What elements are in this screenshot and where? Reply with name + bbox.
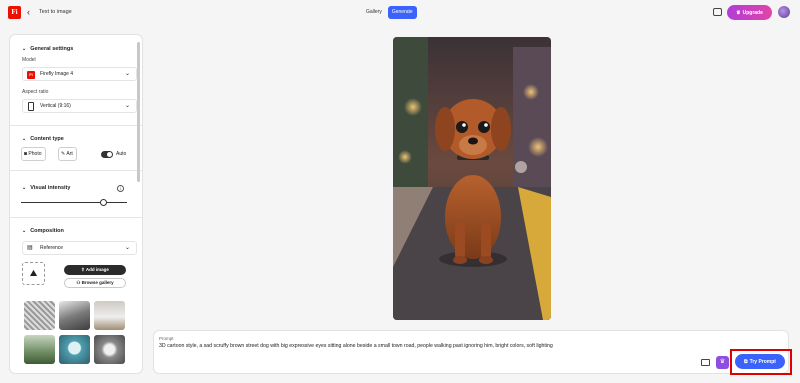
reference-thumb[interactable] (59, 335, 90, 364)
aspect-ratio-select[interactable]: Vertical (9:16) ⌄ (22, 99, 137, 113)
browse-label: Browse gallery (81, 280, 114, 285)
composition-title: Composition (30, 228, 64, 234)
firefly-model-icon: Fi (27, 71, 35, 79)
try-prompt-label: Try Prompt (749, 358, 776, 365)
divider (10, 217, 142, 218)
view-toggle: Gallery Generate (362, 6, 417, 19)
try-prompt-button[interactable]: ⧉ Try Prompt (735, 354, 785, 369)
brush-icon: ✎ (61, 151, 66, 157)
back-arrow-icon[interactable]: ‹ (27, 6, 30, 19)
reference-thumb[interactable] (94, 335, 125, 364)
feedback-icon[interactable] (713, 8, 722, 16)
chevron-down-icon: ⌄ (22, 46, 27, 52)
chevron-down-icon: ⌄ (124, 103, 130, 109)
dog-image (393, 37, 551, 320)
general-settings-title: General settings (30, 46, 74, 52)
content-type-title: Content type (30, 136, 64, 142)
divider (10, 125, 142, 126)
firefly-logo[interactable]: Fi (8, 6, 21, 19)
breadcrumb[interactable]: Text to image (39, 6, 72, 19)
reference-icon: ▤ (27, 245, 33, 251)
upload-icon: ⇪ (81, 267, 85, 272)
reference-thumb[interactable] (24, 335, 55, 364)
chevron-down-icon: ⌄ (124, 245, 130, 251)
chevron-down-icon: ⌄ (124, 71, 130, 77)
premium-crown-icon[interactable]: ♛ (716, 356, 729, 369)
portrait-icon (28, 102, 34, 111)
info-icon[interactable]: i (117, 185, 124, 192)
settings-panel: ⌄ General settings Model Fi Firefly Image… (9, 34, 143, 374)
browse-gallery-button[interactable]: ⚇ Browse gallery (64, 278, 126, 288)
reference-value: Reference (40, 245, 64, 251)
divider (10, 170, 142, 171)
sidebar-scrollbar[interactable] (137, 42, 140, 182)
section-visual-intensity[interactable]: ⌄ Visual intensity (22, 185, 70, 191)
content-type-photo[interactable]: ◙ Photo (21, 147, 46, 161)
upgrade-button[interactable]: ♛ Upgrade (727, 5, 772, 20)
camera-icon: ◙ (24, 151, 28, 157)
top-bar: Fi ‹ Text to image Gallery Generate ♛ Up… (0, 0, 800, 27)
aspect-ratio-label: Aspect ratio (22, 89, 49, 95)
section-content-type[interactable]: ⌄ Content type (22, 136, 64, 142)
content-type-art[interactable]: ✎ Art (58, 147, 77, 161)
upload-image-button[interactable]: ⇪ Add image (64, 265, 126, 275)
avatar[interactable] (778, 6, 790, 18)
model-value: Firefly Image 4 (40, 71, 74, 77)
gallery-icon: ⚇ (76, 280, 81, 285)
tab-generate[interactable]: Generate (387, 6, 417, 19)
chevron-down-icon: ⌄ (22, 136, 27, 142)
photo-label: Photo (28, 151, 42, 157)
art-label: Art (66, 151, 73, 157)
reference-thumb[interactable] (94, 301, 125, 330)
chevron-down-icon: ⌄ (22, 185, 27, 191)
aspect-ratio-value: Vertical (9:16) (40, 103, 71, 109)
visual-intensity-slider-thumb[interactable] (100, 199, 108, 206)
prompt-panel: Prompt 3D cartoon style, a sad scruffy b… (153, 330, 789, 374)
model-label: Model (22, 57, 36, 63)
reference-select[interactable]: ▤ Reference ⌄ (22, 241, 137, 255)
auto-toggle[interactable] (101, 151, 113, 158)
reference-thumb[interactable] (24, 301, 55, 330)
model-select[interactable]: Fi Firefly Image 4 ⌄ (22, 67, 137, 81)
section-general-settings[interactable]: ⌄ General settings (22, 46, 73, 52)
tab-gallery[interactable]: Gallery (362, 6, 386, 19)
image-upload-icon[interactable]: ⛰ (22, 262, 45, 285)
generated-image[interactable] (393, 37, 551, 320)
upload-label: Add image (85, 267, 109, 272)
section-composition[interactable]: ⌄ Composition (22, 228, 64, 234)
crown-icon: ♛ (736, 9, 741, 16)
auto-label: Auto (116, 151, 127, 157)
content-credentials-icon[interactable] (701, 359, 710, 366)
prompt-label: Prompt (159, 336, 174, 341)
visual-intensity-track[interactable] (21, 202, 127, 203)
reference-thumb[interactable] (59, 301, 90, 330)
external-link-icon: ⧉ (744, 358, 748, 365)
upgrade-label: Upgrade (742, 9, 763, 16)
prompt-input[interactable]: 3D cartoon style, a sad scruffy brown st… (159, 343, 553, 349)
visual-intensity-title: Visual intensity (30, 185, 71, 191)
chevron-down-icon: ⌄ (22, 228, 27, 234)
